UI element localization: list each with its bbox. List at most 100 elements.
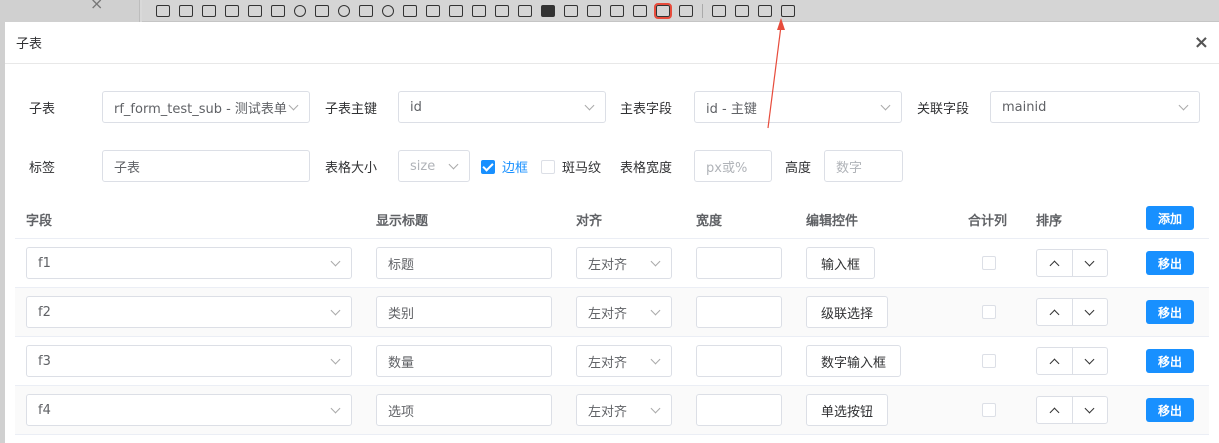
move-down-button[interactable]: [1071, 250, 1108, 276]
tablewidth-input[interactable]: px或%: [694, 150, 772, 182]
row-align-select[interactable]: 左对齐: [576, 394, 672, 426]
text-tool-icon[interactable]: [156, 4, 170, 17]
mainfield-select[interactable]: id - 主键: [694, 91, 902, 123]
height-label: 高度: [785, 161, 812, 176]
move-up-button[interactable]: [1037, 299, 1072, 325]
linkfield-select[interactable]: mainid: [990, 91, 1200, 123]
row-sum-checkbox[interactable]: [982, 256, 996, 270]
table-row: f4 选项 左对齐 单选按钮 移出: [15, 386, 1209, 435]
row-align-select[interactable]: 左对齐: [576, 247, 672, 279]
row-title-value: 数量: [388, 355, 415, 371]
move-down-button[interactable]: [1071, 397, 1108, 423]
row-field-select[interactable]: f1: [26, 247, 352, 279]
dialog-title: 子表: [16, 37, 43, 52]
save-tool-icon[interactable]: [735, 4, 749, 17]
star-tool-icon[interactable]: [472, 4, 486, 17]
row-align-select[interactable]: 左对齐: [576, 296, 672, 328]
edit-tool-icon[interactable]: [359, 4, 373, 17]
textbox-tool-icon[interactable]: [179, 4, 193, 17]
row-field-select[interactable]: f2: [26, 296, 352, 328]
label-tool-icon[interactable]: [518, 4, 532, 17]
row-width-input[interactable]: [696, 345, 782, 377]
row-field-select[interactable]: f3: [26, 345, 352, 377]
row-title-input[interactable]: 标题: [376, 247, 552, 279]
number-tool-icon[interactable]: [225, 4, 239, 17]
tag-value: 子表: [114, 160, 141, 176]
checkbox-checked-icon: [481, 159, 495, 174]
subtable-value: rf_form_test_sub - 测试表单: [114, 101, 287, 117]
row-title-value: 类别: [388, 306, 415, 322]
remove-row-button[interactable]: 移出: [1146, 251, 1194, 275]
listbox-tool-icon[interactable]: [271, 4, 285, 17]
row-editor-button[interactable]: 单选按钮: [806, 394, 889, 426]
row-align-select[interactable]: 左对齐: [576, 345, 672, 377]
row-width-input[interactable]: [696, 394, 782, 426]
file-tool-icon[interactable]: [495, 4, 509, 17]
stripe-checkbox[interactable]: 斑马纹: [541, 157, 601, 176]
row-editor-button[interactable]: 数字输入框: [806, 345, 902, 377]
chevron-down-icon: [1084, 403, 1095, 413]
row-field-value: f3: [38, 353, 51, 369]
row-sum-checkbox[interactable]: [982, 354, 996, 368]
checkbox-tool-icon[interactable]: [315, 4, 329, 17]
preview-tool-icon[interactable]: [712, 4, 726, 17]
radio-tool-icon[interactable]: [294, 4, 306, 17]
row-sum-checkbox[interactable]: [982, 305, 996, 319]
grid-tool-icon[interactable]: [587, 4, 601, 17]
remove-row-button[interactable]: 移出: [1146, 349, 1194, 373]
publish-tool-icon[interactable]: [781, 4, 795, 17]
remove-row-button[interactable]: 移出: [1146, 300, 1194, 324]
subkey-select[interactable]: id: [398, 91, 606, 123]
row-sort-group: [1036, 396, 1108, 424]
link-tool-icon[interactable]: [449, 4, 463, 17]
chevron-up-icon: [1049, 407, 1060, 417]
row-title-input[interactable]: 类别: [376, 296, 552, 328]
subtable-tool-icon[interactable]: [654, 2, 672, 19]
table-row: f2 类别 左对齐 级联选择 移出: [15, 288, 1209, 337]
row-sum-checkbox[interactable]: [982, 403, 996, 417]
move-down-button[interactable]: [1071, 299, 1108, 325]
hidden-tool-icon[interactable]: [564, 4, 578, 17]
row-title-value: 标题: [388, 257, 415, 273]
row-sort-group: [1036, 249, 1108, 277]
html-tool-icon[interactable]: [679, 4, 693, 17]
select-tool-icon[interactable]: [248, 4, 262, 17]
textarea-tool-icon[interactable]: [202, 4, 216, 17]
add-row-button[interactable]: 添加: [1146, 206, 1194, 230]
tablesize-label: 表格大小: [325, 161, 378, 176]
save-as-tool-icon[interactable]: [758, 4, 772, 17]
subkey-value: id: [410, 99, 422, 115]
height-input[interactable]: 数字: [824, 150, 903, 182]
switch-tool-icon[interactable]: [338, 4, 350, 17]
close-icon[interactable]: ×: [1194, 32, 1209, 53]
chevron-up-icon: [1049, 309, 1060, 319]
window-tool-icon[interactable]: [610, 4, 624, 17]
chevron-down-icon: [1084, 305, 1095, 315]
linkfield-value: mainid: [1002, 99, 1047, 115]
subtable-label: 子表: [29, 102, 56, 117]
org-tool-icon[interactable]: [426, 4, 440, 17]
date-tool-icon[interactable]: [403, 4, 417, 17]
border-checkbox[interactable]: 边框: [481, 157, 528, 176]
row-align-value: 左对齐: [588, 257, 628, 273]
row-title-input[interactable]: 选项: [376, 394, 552, 426]
time-tool-icon[interactable]: [382, 4, 394, 17]
subtable-select[interactable]: rf_form_test_sub - 测试表单: [102, 91, 310, 123]
subkey-label: 子表主键: [325, 102, 378, 117]
tablesize-select[interactable]: size: [398, 150, 470, 182]
tag-input[interactable]: 子表: [102, 150, 310, 182]
move-up-button[interactable]: [1037, 348, 1072, 374]
row-width-input[interactable]: [696, 296, 782, 328]
move-down-button[interactable]: [1071, 348, 1108, 374]
move-up-button[interactable]: [1037, 397, 1072, 423]
row-editor-button[interactable]: 输入框: [806, 247, 876, 279]
pen-tool-icon[interactable]: [633, 4, 647, 17]
row-field-select[interactable]: f4: [26, 394, 352, 426]
remove-row-button[interactable]: 移出: [1146, 398, 1194, 422]
chevron-down-icon: [1084, 256, 1095, 266]
button-tool-icon[interactable]: [541, 4, 555, 17]
row-title-input[interactable]: 数量: [376, 345, 552, 377]
row-editor-button[interactable]: 级联选择: [806, 296, 889, 328]
move-up-button[interactable]: [1037, 250, 1072, 276]
row-width-input[interactable]: [696, 247, 782, 279]
